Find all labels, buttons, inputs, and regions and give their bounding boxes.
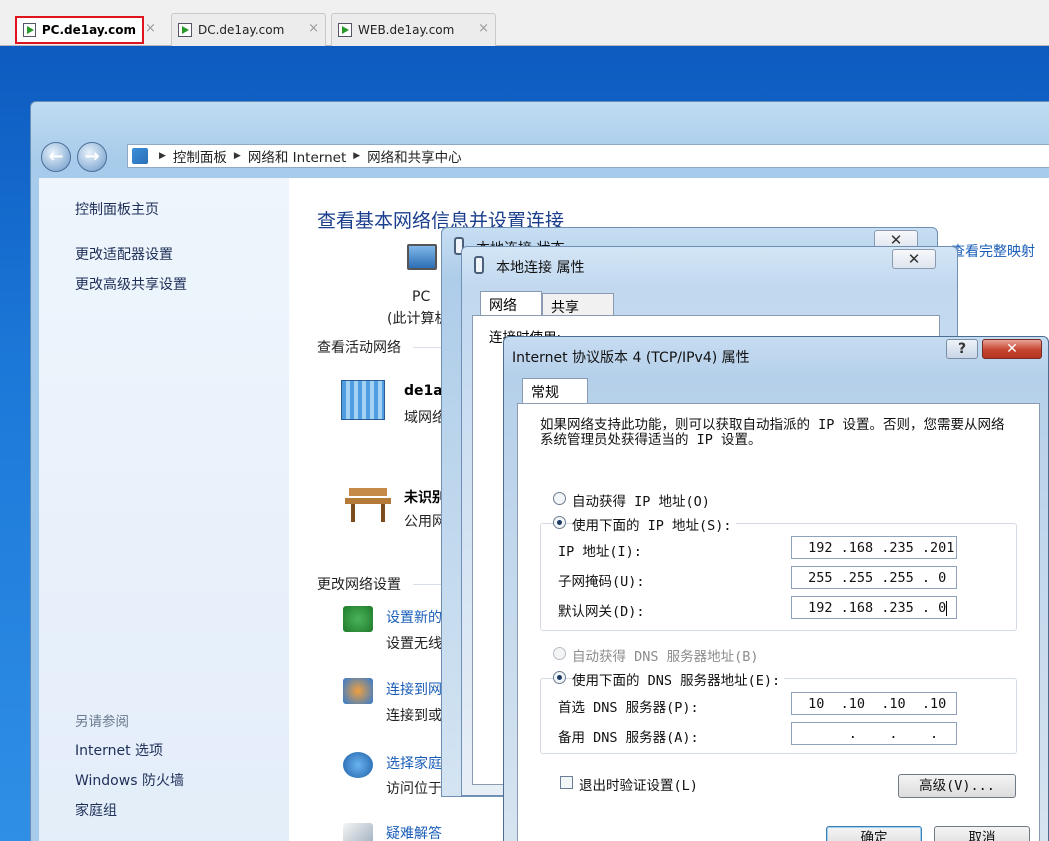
link-internet-options[interactable]: Internet 选项 [75,740,163,760]
ipv4-properties-dialog: Internet 协议版本 4 (TCP/IPv4) 属性 ? ✕ 常规 如果网… [503,336,1049,841]
tab-general[interactable]: 常规 [522,378,588,404]
dialog-title: Internet 协议版本 4 (TCP/IPv4) 属性 [512,350,750,366]
cancel-button[interactable]: 取消 [934,826,1030,841]
link-advanced-sharing[interactable]: 更改高级共享设置 [75,274,187,294]
manual-ip-label[interactable]: 使用下面的 IP 地址(S): [572,514,736,534]
description-text: 如果网络支持此功能，则可以获取自动指派的 IP 设置。否则，您需要从网络系统管理… [540,417,1005,448]
breadcrumb-network-internet[interactable]: 网络和 Internet [248,146,346,166]
text-caret [946,600,948,616]
vm-tab-label: DC.de1ay.com [198,23,285,37]
vm-tab-web[interactable]: WEB.de1ay.com × [331,13,496,46]
link-view-full-map[interactable]: 查看完整映射 [951,241,1035,261]
vm-tab-label: WEB.de1ay.com [358,23,455,37]
ip-address-input[interactable]: 192 .168 .235 .201 [791,536,957,559]
validate-checkbox[interactable] [560,776,573,789]
dialog-close-button[interactable]: ✕ [982,339,1042,359]
vm-tab-label: PC.de1ay.com [41,23,136,37]
forward-button[interactable]: → [77,142,107,172]
homegroup-icon [343,752,373,778]
task-desc-connect: 连接到或 [386,708,442,724]
task-link-setup[interactable]: 设置新的 [386,607,442,627]
close-icon[interactable]: × [145,21,156,36]
link-homegroup[interactable]: 家庭组 [75,800,117,820]
vm-tab-dc[interactable]: DC.de1ay.com × [171,13,326,46]
chevron-right-icon: ▶ [353,151,361,161]
link-change-adapter[interactable]: 更改适配器设置 [75,244,173,264]
computer-sub: (此计算机 [387,311,449,327]
divider [413,347,443,348]
active-networks-title: 查看活动网络 [317,340,401,356]
computer-icon [407,244,437,270]
chevron-right-icon: ▶ [233,151,241,161]
computer-name: PC [412,289,431,305]
advanced-button[interactable]: 高级(V)... [898,774,1016,798]
change-settings-title: 更改网络设置 [317,577,401,593]
left-task-pane: 控制面板主页 更改适配器设置 更改高级共享设置 另请参阅 Internet 选项… [39,178,289,841]
properties-window-title: 本地连接 属性 [496,260,585,276]
radio-manual-ip[interactable] [553,516,566,529]
setup-connection-icon [343,606,373,632]
link-windows-firewall[interactable]: Windows 防火墙 [75,770,184,790]
auto-ip-label[interactable]: 自动获得 IP 地址(O) [572,490,710,510]
troubleshoot-icon [343,823,373,841]
breadcrumb-control-panel[interactable]: 控制面板 [173,146,227,166]
task-link-troubleshoot[interactable]: 疑难解答 [386,823,442,841]
properties-close-button[interactable]: ✕ [892,249,936,269]
tab-sharing[interactable]: 共享 [542,293,614,317]
network2-type[interactable]: 公用网 [404,511,446,531]
vm-play-icon [178,23,192,37]
validate-label[interactable]: 退出时验证设置(L) [579,774,698,794]
network2-name: 未识别 [404,490,446,506]
gateway-label: 默认网关(D): [558,604,645,620]
domain-network-icon [341,380,385,420]
vm-play-icon [338,23,352,37]
address-bar[interactable]: ▶ 控制面板 ▶ 网络和 Internet ▶ 网络和共享中心 [127,144,1049,168]
connect-network-icon [343,678,373,704]
help-button[interactable]: ? [946,339,978,359]
gateway-input[interactable]: 192 .168 .235 . 0 [791,596,957,619]
auto-dns-label[interactable]: 自动获得 DNS 服务器地址(B) [572,645,759,665]
network-adapter-icon [474,256,484,274]
breadcrumb-network-sharing[interactable]: 网络和共享中心 [367,146,462,166]
public-network-icon [345,488,391,524]
radio-manual-dns[interactable] [553,671,566,684]
task-link-connect[interactable]: 连接到网 [386,679,442,699]
control-panel-icon [132,148,148,164]
radio-auto-dns[interactable] [553,647,566,660]
divider [413,584,443,585]
nav-bar: ← → ▶ 控制面板 ▶ 网络和 Internet ▶ 网络和共享中心 [31,102,1049,180]
chevron-right-icon: ▶ [159,151,166,161]
alternate-dns-label: 备用 DNS 服务器(A): [558,730,699,746]
ok-button[interactable]: 确定 [826,826,922,841]
see-also-title: 另请参阅 [75,714,129,730]
manual-dns-label[interactable]: 使用下面的 DNS 服务器地址(E): [572,669,785,689]
subnet-mask-input[interactable]: 255 .255 .255 . 0 [791,566,957,589]
close-icon[interactable]: × [308,21,319,36]
vm-play-icon [23,23,36,37]
subnet-mask-label: 子网掩码(U): [558,574,645,590]
alternate-dns-input[interactable]: . . . [791,722,957,745]
general-page: 如果网络支持此功能，则可以获取自动指派的 IP 设置。否则，您需要从网络系统管理… [517,403,1040,841]
ip-address-label: IP 地址(I): [558,544,642,560]
task-desc-setup: 设置无线 [386,636,442,652]
back-button[interactable]: ← [41,142,71,172]
network1-type[interactable]: 域网络 [404,407,446,427]
radio-auto-ip[interactable] [553,492,566,505]
vm-tab-bar: PC.de1ay.com × DC.de1ay.com × WEB.de1ay.… [0,0,1049,46]
vm-tab-pc[interactable]: PC.de1ay.com [15,16,144,44]
tab-network[interactable]: 网络 [480,291,542,317]
close-icon[interactable]: × [478,21,489,36]
preferred-dns-input[interactable]: 10 .10 .10 .10 [791,692,957,715]
link-control-panel-home[interactable]: 控制面板主页 [75,199,159,219]
preferred-dns-label: 首选 DNS 服务器(P): [558,700,699,716]
